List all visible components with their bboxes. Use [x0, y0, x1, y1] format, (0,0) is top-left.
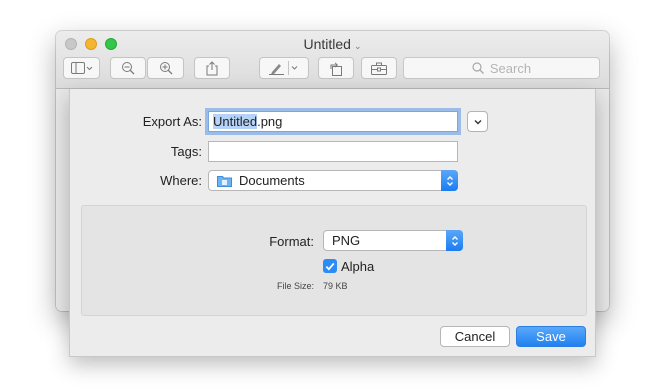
zoom-in-icon [159, 62, 172, 75]
chevron-down-icon: ⌄ [353, 41, 362, 51]
window-title-text: Untitled [303, 36, 351, 52]
alpha-checkbox[interactable] [323, 259, 337, 273]
where-value: Documents [239, 173, 305, 188]
format-value: PNG [332, 233, 361, 248]
popup-arrows-icon [446, 230, 463, 251]
folder-icon [217, 175, 232, 187]
search-icon [472, 62, 484, 74]
toolbox-icon [371, 62, 387, 75]
expand-dialog-button[interactable] [467, 111, 488, 132]
markup-button[interactable] [259, 57, 309, 79]
save-button[interactable]: Save [516, 326, 586, 347]
popup-arrows-icon [441, 170, 458, 191]
zoom-in-button[interactable] [147, 57, 184, 79]
cancel-button[interactable]: Cancel [440, 326, 510, 347]
share-button[interactable] [194, 57, 230, 79]
format-label: Format: [269, 234, 314, 249]
tags-field[interactable] [208, 141, 458, 162]
zoom-out-icon [122, 62, 135, 75]
filename-extension: .png [257, 114, 283, 129]
alpha-label: Alpha [341, 259, 375, 274]
pen-icon [269, 61, 298, 75]
rotate-button[interactable] [318, 57, 354, 79]
chevron-down-icon [474, 119, 481, 124]
where-label: Where: [160, 173, 202, 188]
export-as-label: Export As: [142, 114, 202, 129]
share-icon [206, 60, 218, 75]
filename-selected-text: Untitled [213, 114, 258, 129]
filesize-value: 79 KB [323, 281, 348, 291]
toolbox-button[interactable] [361, 57, 397, 79]
filename-field[interactable]: Untitled.png [208, 111, 458, 132]
filesize-label: File Size: [276, 281, 314, 291]
window-title[interactable]: Untitled ⌄ [56, 36, 609, 52]
format-popup[interactable]: PNG [323, 230, 463, 251]
sidebar-icon [70, 62, 92, 74]
rotate-icon [330, 61, 342, 76]
sidebar-toggle-button[interactable] [63, 57, 100, 79]
titlebar: Untitled ⌄ Search [56, 31, 609, 89]
zoom-out-button[interactable] [110, 57, 146, 79]
options-panel: Format: PNG Alpha File Size: 79 KB [81, 205, 587, 316]
search-field[interactable]: Search [403, 57, 600, 79]
search-placeholder: Search [489, 60, 532, 76]
tags-label: Tags: [170, 144, 202, 159]
where-popup[interactable]: Documents [208, 170, 458, 191]
export-sheet: Export As: Untitled.png Tags: Where: Doc… [69, 89, 596, 357]
checkmark-icon [325, 262, 335, 271]
